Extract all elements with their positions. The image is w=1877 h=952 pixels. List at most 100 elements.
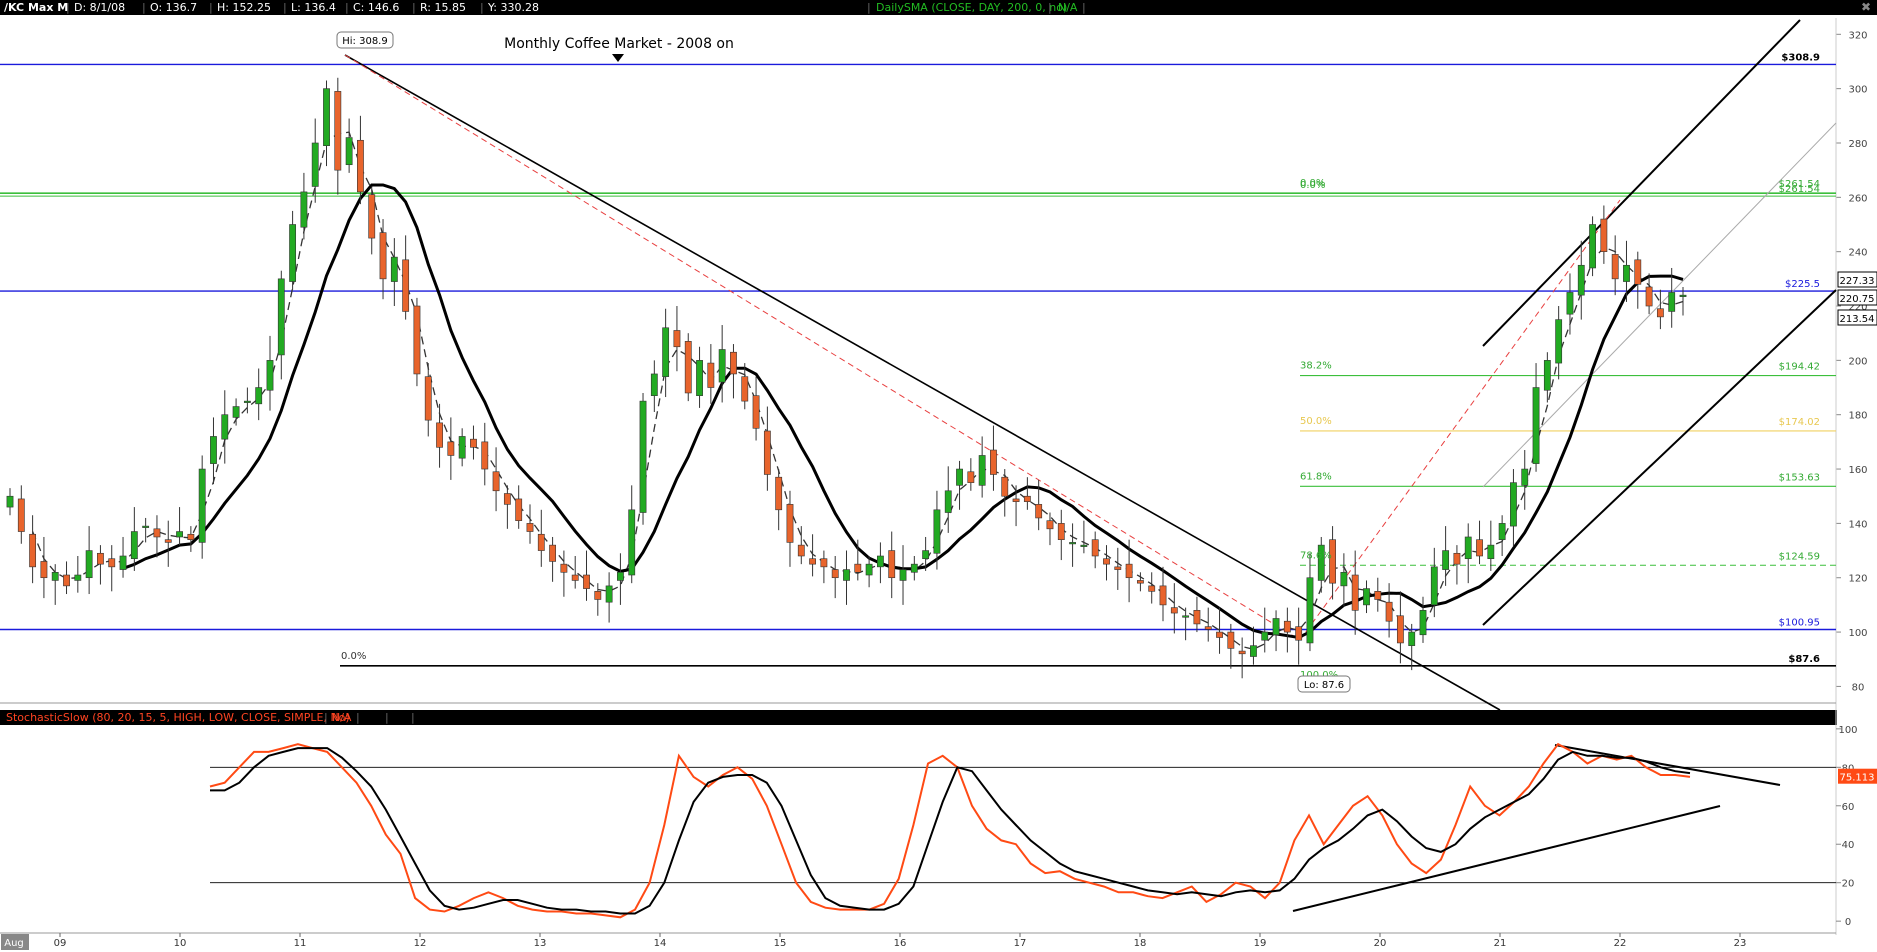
candle-body (1408, 631, 1416, 646)
candle-body (922, 550, 930, 560)
candle-body (707, 362, 715, 388)
time-label: 22 (1614, 938, 1627, 949)
level-price-label: $87.6 (1788, 654, 1820, 665)
time-label: 23 (1734, 938, 1747, 949)
candle-body (1476, 539, 1483, 557)
candles (6, 77, 1687, 679)
candle-body (1193, 610, 1201, 625)
candle-body (198, 468, 206, 543)
candle-body (865, 563, 873, 576)
candle-body (1498, 523, 1506, 540)
trend-lines (344, 19, 1837, 912)
candle-body (820, 558, 828, 568)
candle-body (300, 191, 308, 228)
chart-title: Monthly Coffee Market - 2008 on (504, 36, 734, 52)
candle-body (1148, 585, 1156, 592)
time-label: 19 (1254, 938, 1267, 949)
candle-body (1114, 566, 1122, 570)
candle-body (1283, 620, 1291, 633)
horizontal-levels (0, 63, 1836, 667)
candle-body (888, 550, 896, 579)
time-label: 20 (1374, 938, 1387, 949)
time-label: 17 (1014, 938, 1027, 949)
price-tick-label: 320 (1848, 30, 1867, 41)
price-tick-label: 160 (1848, 465, 1867, 476)
candle-body (1057, 523, 1065, 540)
price-chart[interactable]: 80100120140160180200220240260280300320 $… (0, 0, 1877, 952)
candle-body (1125, 563, 1133, 579)
candle-body (390, 256, 398, 282)
candle-body (617, 571, 624, 581)
stoch-tick-label: 20 (1842, 879, 1855, 890)
price-tick-label: 120 (1848, 574, 1867, 585)
candle-body (1656, 308, 1664, 318)
candle-body (526, 523, 534, 532)
lo-bubble: Lo: 87.6 (1304, 680, 1344, 691)
candle-body (1069, 542, 1076, 545)
candle-body (142, 525, 150, 528)
candle-body (1600, 218, 1608, 252)
candle-body (1645, 286, 1653, 307)
candle-body (357, 139, 364, 193)
candle-body (458, 436, 466, 459)
stoch-upper-trend (1554, 744, 1781, 786)
candle-body (1487, 544, 1495, 560)
candle-body (1668, 292, 1676, 312)
fib-right-zero-label: 0.0% (1300, 180, 1325, 191)
stochastic-panel: 02040608010075.113 (209, 725, 1877, 928)
candle-body (877, 555, 884, 568)
candle-body (1136, 580, 1144, 584)
fib-price-label: $124.59 (1779, 551, 1820, 562)
downtrend-line (344, 54, 1501, 711)
candle-body (1080, 544, 1088, 547)
candle-body (843, 569, 850, 581)
candle-body (1611, 254, 1619, 280)
candle-body (1679, 294, 1687, 297)
candle-body (492, 471, 500, 492)
candle-body (1363, 588, 1370, 606)
candle-body (1238, 650, 1246, 655)
candle-body (1250, 645, 1257, 657)
candle-body (1589, 224, 1596, 269)
stoch-lower-trend (1292, 805, 1721, 912)
candle-body (662, 327, 670, 377)
candle-body (379, 232, 387, 280)
candle-body (1012, 498, 1020, 502)
candle-body (718, 349, 726, 383)
time-label: 11 (294, 938, 307, 949)
candle-body (775, 476, 783, 511)
candle-body (1035, 504, 1043, 519)
candle-body (696, 360, 703, 396)
candle-body (108, 558, 116, 568)
stoch-tick-label: 60 (1842, 802, 1855, 813)
stoch-badge: 75.113 (1840, 773, 1875, 784)
fib-left-zero-label: 0.0% (341, 651, 366, 662)
candle-body (29, 533, 37, 568)
candle-body (967, 471, 975, 483)
candle-body (1295, 626, 1303, 641)
time-label: 15 (774, 938, 787, 949)
candle-body (402, 259, 410, 312)
time-label: 09 (54, 938, 67, 949)
price-badge: 213.54 (1840, 314, 1875, 325)
candle-body (1216, 631, 1223, 638)
candle-body (730, 351, 737, 375)
fib-pct-label: 78.6% (1300, 550, 1332, 561)
candle-body (583, 574, 590, 589)
candle-body (130, 531, 138, 560)
candle-body (515, 498, 523, 521)
fib-pct-label: 50.0% (1300, 416, 1332, 427)
price-axis: 80100120140160180200220240260280300320 (0, 18, 1868, 935)
candle-body (910, 563, 918, 573)
fib-price-label: $153.63 (1779, 472, 1820, 483)
candle-body (549, 544, 557, 562)
time-label: 12 (414, 938, 427, 949)
candle-body (243, 400, 251, 403)
candle-body (447, 441, 455, 456)
candle-body (289, 224, 297, 282)
candle-body (97, 552, 104, 565)
time-label: 18 (1134, 938, 1147, 949)
candle-body (1453, 552, 1461, 565)
price-tick-label: 80 (1852, 682, 1865, 693)
candle-body (1521, 468, 1529, 486)
